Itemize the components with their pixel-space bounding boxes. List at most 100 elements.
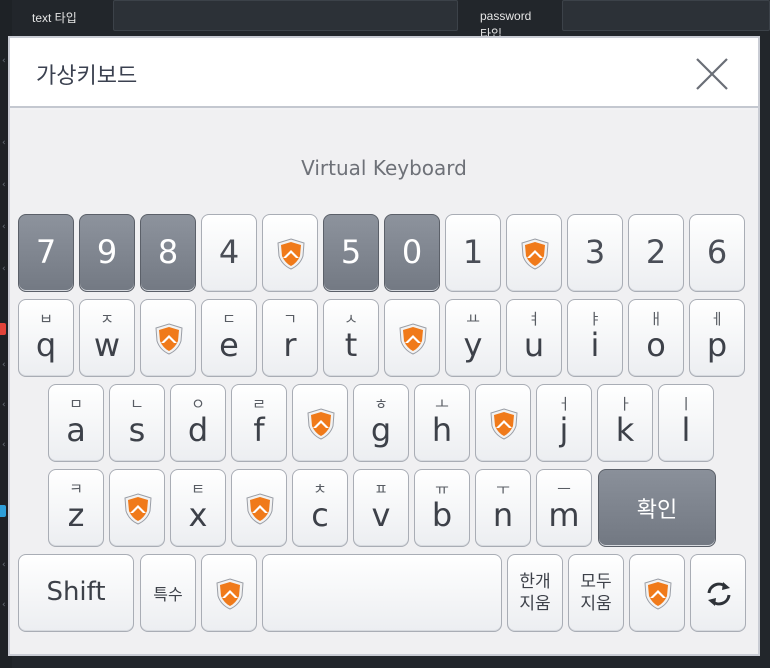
- key-security[interactable]: [506, 214, 562, 292]
- chevron-left-icon: ‹: [2, 560, 6, 570]
- key-j[interactable]: ㅓj: [536, 384, 592, 462]
- chevron-left-icon: ‹: [2, 56, 6, 66]
- password-type-label: password: [480, 9, 532, 23]
- delete-all-label: 모두 지움: [569, 571, 623, 615]
- key-latin-label: l: [681, 411, 691, 449]
- key-x[interactable]: ㅌx: [170, 469, 226, 547]
- special-label: 특수: [153, 585, 183, 604]
- key-latin-label: f: [253, 411, 265, 449]
- key-security[interactable]: [384, 299, 440, 377]
- key-latin-label: u: [523, 326, 545, 364]
- key-latin-label: k: [615, 411, 635, 449]
- key-r[interactable]: ㄱr: [262, 299, 318, 377]
- key-m[interactable]: ㅡm: [536, 469, 592, 547]
- key-latin-label: z: [67, 496, 85, 534]
- keyboard-subtitle: Virtual Keyboard: [301, 156, 467, 180]
- key-8[interactable]: 8: [140, 214, 196, 292]
- screen: ‹ ‹ ‹ ‹ ‹ ‹ ‹ ‹ ‹ ‹ text 타입 password 타입 …: [0, 0, 770, 668]
- key-f[interactable]: ㄹf: [231, 384, 287, 462]
- key-i[interactable]: ㅑi: [567, 299, 623, 377]
- close-button[interactable]: [694, 56, 730, 92]
- text-type-label: text 타입: [32, 11, 77, 25]
- key-security[interactable]: [262, 214, 318, 292]
- key-k[interactable]: ㅏk: [597, 384, 653, 462]
- key-7[interactable]: 7: [18, 214, 74, 292]
- delete-one-line2: 지움: [519, 594, 551, 614]
- shift-label: Shift: [46, 577, 106, 607]
- key-latin-label: n: [492, 496, 514, 534]
- delete-all-line2: 지움: [580, 594, 612, 614]
- key-label: 8: [157, 233, 179, 271]
- confirm-button[interactable]: 확인: [598, 469, 716, 547]
- security-shield-icon: [216, 578, 244, 610]
- dialog-title: 가상키보드: [36, 64, 138, 89]
- key-v[interactable]: ㅍv: [353, 469, 409, 547]
- security-shield-icon: [521, 238, 549, 270]
- key-4[interactable]: 4: [201, 214, 257, 292]
- security-shield-icon: [644, 578, 672, 610]
- key-g[interactable]: ㅎg: [353, 384, 409, 462]
- key-t[interactable]: ㅅt: [323, 299, 379, 377]
- key-9[interactable]: 9: [79, 214, 135, 292]
- key-security[interactable]: [231, 469, 287, 547]
- key-security[interactable]: [475, 384, 531, 462]
- key-latin-label: o: [646, 326, 666, 364]
- key-b[interactable]: ㅠb: [414, 469, 470, 547]
- key-w[interactable]: ㅈw: [79, 299, 135, 377]
- key-e[interactable]: ㄷe: [201, 299, 257, 377]
- key-c[interactable]: ㅊc: [292, 469, 348, 547]
- security-shield-icon: [277, 238, 305, 270]
- password-type-label-line2: 타입: [480, 27, 503, 36]
- password-type-input[interactable]: [562, 0, 770, 31]
- special-chars-key[interactable]: 특수: [140, 554, 196, 632]
- delete-one-key[interactable]: 한개 지움: [507, 554, 563, 632]
- key-1[interactable]: 1: [445, 214, 501, 292]
- key-security[interactable]: [140, 299, 196, 377]
- key-l[interactable]: ㅣl: [658, 384, 714, 462]
- key-s[interactable]: ㄴs: [109, 384, 165, 462]
- refresh-key[interactable]: [690, 554, 746, 632]
- key-2[interactable]: 2: [628, 214, 684, 292]
- key-n[interactable]: ㅜn: [475, 469, 531, 547]
- security-shield-icon: [124, 493, 152, 525]
- refresh-icon: [707, 582, 731, 606]
- shift-key[interactable]: Shift: [18, 554, 134, 632]
- key-security[interactable]: [292, 384, 348, 462]
- key-latin-label: p: [706, 326, 728, 364]
- key-0[interactable]: 0: [384, 214, 440, 292]
- key-3[interactable]: 3: [567, 214, 623, 292]
- chevron-left-icon: ‹: [2, 264, 6, 274]
- key-o[interactable]: ㅐo: [628, 299, 684, 377]
- key-h[interactable]: ㅗh: [414, 384, 470, 462]
- key-security[interactable]: [201, 554, 257, 632]
- key-5[interactable]: 5: [323, 214, 379, 292]
- key-latin-label: g: [370, 411, 392, 449]
- space-key[interactable]: [262, 554, 502, 632]
- key-d[interactable]: ㅇd: [170, 384, 226, 462]
- key-u[interactable]: ㅕu: [506, 299, 562, 377]
- key-latin-label: q: [35, 326, 57, 364]
- security-shield-icon: [490, 408, 518, 440]
- key-label: 1: [462, 233, 484, 271]
- key-latin-label: s: [128, 411, 146, 449]
- delete-all-key[interactable]: 모두 지움: [568, 554, 624, 632]
- chevron-left-icon: ‹: [2, 138, 6, 148]
- key-z[interactable]: ㅋz: [48, 469, 104, 547]
- key-security[interactable]: [629, 554, 685, 632]
- confirm-label: 확인: [636, 498, 678, 523]
- key-6[interactable]: 6: [689, 214, 745, 292]
- key-p[interactable]: ㅔp: [689, 299, 745, 377]
- key-latin-label: a: [66, 411, 86, 449]
- key-security[interactable]: [109, 469, 165, 547]
- chevron-left-icon: ‹: [2, 222, 6, 232]
- close-x-icon: [696, 58, 728, 90]
- key-latin-label: i: [590, 326, 600, 364]
- delete-one-line1: 한개: [519, 572, 551, 592]
- key-q[interactable]: ㅂq: [18, 299, 74, 377]
- key-a[interactable]: ㅁa: [48, 384, 104, 462]
- dialog-header: 가상키보드: [10, 38, 758, 108]
- side-badge-blue: [0, 505, 6, 517]
- key-latin-label: y: [463, 326, 483, 364]
- text-type-input[interactable]: [113, 0, 458, 31]
- key-y[interactable]: ㅛy: [445, 299, 501, 377]
